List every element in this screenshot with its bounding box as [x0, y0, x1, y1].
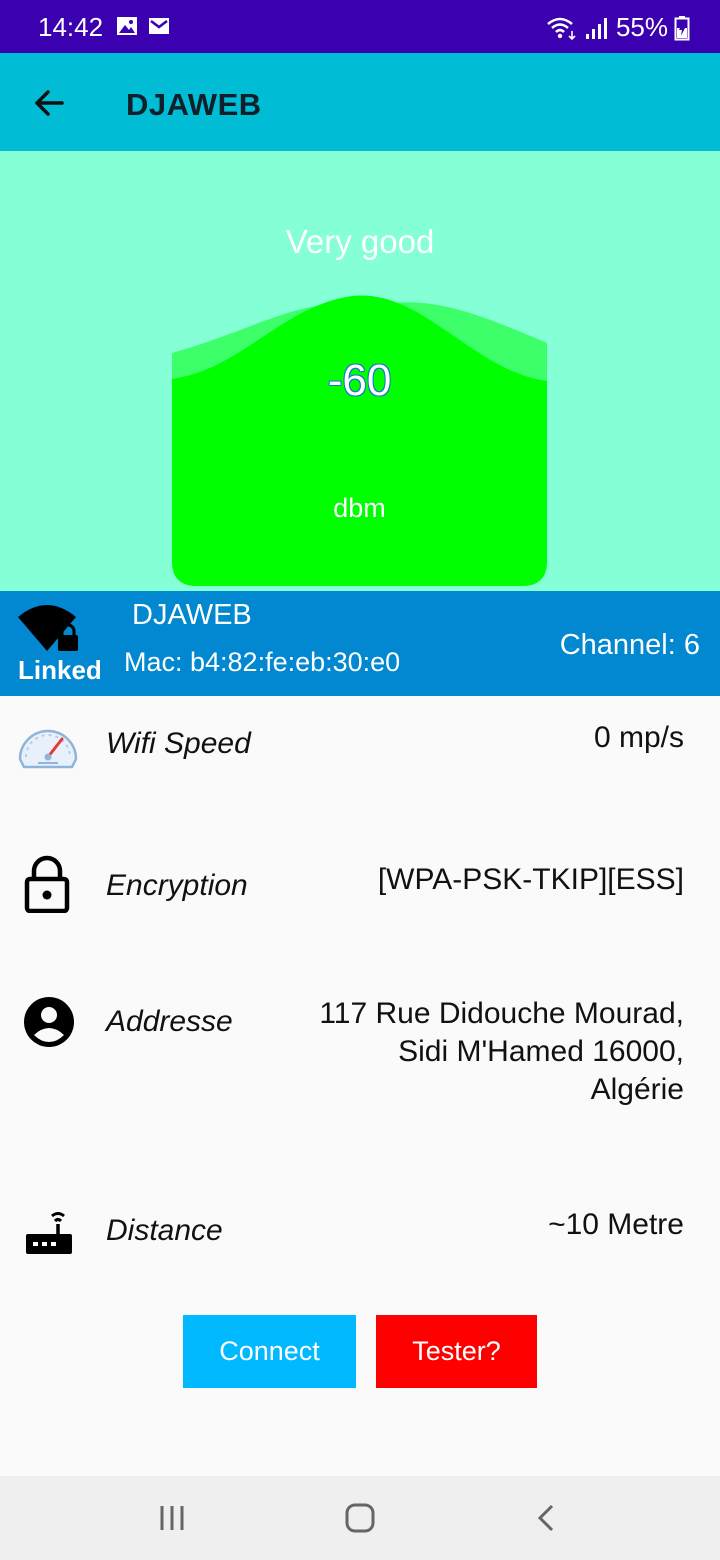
system-nav-bar: [0, 1476, 720, 1560]
home-icon[interactable]: [338, 1498, 382, 1538]
signal-unit: dbm: [333, 493, 386, 523]
encryption-value: [WPA-PSK-TKIP][ESS]: [377, 863, 684, 896]
app-bar: DJAWEB: [0, 53, 720, 151]
speed-label: Wifi Speed: [106, 727, 251, 760]
image-icon: [117, 17, 137, 35]
detail-row-distance: Distance ~10 Metre: [0, 1200, 720, 1260]
speed-value: 0 mp/s: [593, 721, 684, 754]
signal-quality: Very good: [285, 223, 435, 260]
speedometer-icon: [18, 729, 78, 769]
status-time: 14:42: [38, 12, 104, 42]
distance-label: Distance: [106, 1214, 223, 1247]
address-line-2: Sidi M'Hamed 16000,: [398, 1035, 684, 1068]
signal-panel: Very good -60 dbm: [0, 151, 720, 591]
network-info-bar: Linked DJAWEB Mac: b4:82:fe:eb:30:e0 Cha…: [0, 591, 720, 696]
gmail-icon: [149, 18, 169, 34]
network-name: DJAWEB: [132, 599, 252, 631]
wifi-icon: [547, 17, 576, 40]
signal-value: -60: [327, 356, 392, 405]
account-circle-icon: [24, 997, 74, 1047]
back-icon[interactable]: [526, 1498, 570, 1538]
wifi-lock-icon: [18, 605, 78, 651]
router-icon: [26, 1212, 72, 1254]
arrow-back-icon[interactable]: [26, 79, 74, 127]
address-value: 117 Rue Didouche Mourad, Sidi M'Hamed 16…: [319, 995, 684, 1109]
channel-label: Channel: 6: [559, 629, 700, 661]
detail-row-encryption: Encryption [WPA-PSK-TKIP][ESS]: [0, 855, 720, 915]
detail-row-speed: Wifi Speed 0 mp/s: [0, 715, 720, 775]
address-line-1: 117 Rue Didouche Mourad,: [319, 997, 684, 1030]
connect-button[interactable]: Connect: [183, 1315, 356, 1388]
tester-button[interactable]: Tester?: [376, 1315, 537, 1388]
recents-icon[interactable]: [150, 1498, 194, 1538]
mac-address: Mac: b4:82:fe:eb:30:e0: [124, 647, 401, 677]
status-bar: 14:42 55%: [0, 0, 720, 53]
distance-value: ~10 Metre: [548, 1208, 684, 1241]
page-title: DJAWEB: [126, 87, 262, 122]
signal-icon: [585, 17, 607, 39]
status-right: 55%: [546, 12, 690, 43]
link-status: Linked: [18, 655, 102, 685]
lock-icon: [24, 855, 70, 913]
detail-row-address: Addresse 117 Rue Didouche Mourad, Sidi M…: [0, 995, 720, 1115]
encryption-label: Encryption: [106, 869, 248, 902]
address-label: Addresse: [106, 1005, 233, 1038]
address-line-3: Algérie: [590, 1073, 684, 1106]
signal-wave-gauge: [172, 295, 547, 586]
battery-icon: [674, 15, 690, 40]
battery-percent: 55%: [615, 12, 668, 42]
